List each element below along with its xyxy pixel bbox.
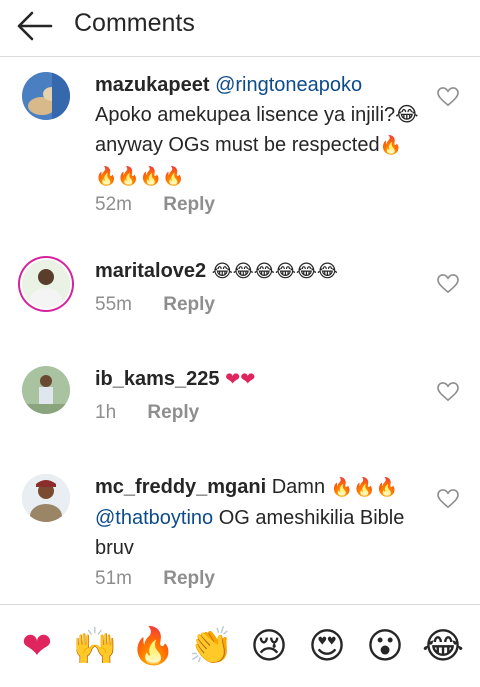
- arrow-left-icon: [17, 11, 53, 41]
- reply-button[interactable]: Reply: [163, 194, 215, 216]
- comment-text: Damn: [271, 476, 326, 498]
- reply-button[interactable]: Reply: [163, 568, 215, 590]
- reaction-fire-icon[interactable]: 🔥: [130, 623, 176, 669]
- comment-emoji: ❤❤: [225, 369, 256, 390]
- heart-icon: [437, 489, 459, 509]
- comment-username[interactable]: ib_kams_225: [95, 368, 220, 390]
- comment-text: Apoko amekupea lisence ya injili?😂anyway…: [95, 104, 419, 156]
- reaction-heart-eyes-icon[interactable]: 😍: [304, 623, 350, 669]
- comment-mention[interactable]: @thatboytino: [95, 507, 213, 529]
- reaction-crying-icon[interactable]: 😢: [246, 623, 292, 669]
- comment-meta: 51m Reply: [95, 568, 215, 590]
- avatar[interactable]: [22, 260, 70, 308]
- reaction-raised-hands-icon[interactable]: 🙌: [72, 623, 118, 669]
- avatar[interactable]: [22, 366, 70, 414]
- comment-time: 1h: [95, 402, 117, 423]
- quick-reaction-bar: ❤ 🙌 🔥 👏 😢 😍 😮 😂: [0, 604, 480, 687]
- like-button[interactable]: [437, 382, 459, 402]
- reply-button[interactable]: Reply: [147, 402, 199, 424]
- back-button[interactable]: [14, 8, 54, 44]
- like-button[interactable]: [437, 87, 459, 107]
- comment-time: 52m: [95, 194, 132, 215]
- comment-emoji: 🔥🔥🔥: [330, 477, 398, 498]
- comment-time: 55m: [95, 294, 132, 315]
- comment-emoji: 😂😂😂😂😂😂: [211, 261, 338, 282]
- heart-icon: [437, 87, 459, 107]
- comment-meta: 1h Reply: [95, 402, 199, 424]
- like-button[interactable]: [437, 489, 459, 509]
- comment-body: mazukapeet @ringtoneapoko Apoko amekupea…: [95, 70, 420, 192]
- comment-mention[interactable]: @ringtoneapoko: [215, 74, 362, 96]
- avatar[interactable]: [22, 474, 70, 522]
- reaction-clap-icon[interactable]: 👏: [188, 623, 234, 669]
- comment-meta: 55m Reply: [95, 294, 215, 316]
- reaction-surprised-icon[interactable]: 😮: [362, 623, 408, 669]
- comment-username[interactable]: maritalove2: [95, 260, 206, 282]
- comment-username[interactable]: mazukapeet: [95, 74, 210, 96]
- comment-body: mc_freddy_mgani Damn 🔥🔥🔥 @thatboytino OG…: [95, 472, 420, 563]
- comment-username[interactable]: mc_freddy_mgani: [95, 476, 266, 498]
- heart-icon: [437, 274, 459, 294]
- comment-meta: 52m Reply: [95, 194, 215, 216]
- comment-time: 51m: [95, 568, 132, 589]
- heart-icon: [437, 382, 459, 402]
- avatar[interactable]: [22, 72, 70, 120]
- comment-body: maritalove2 😂😂😂😂😂😂: [95, 256, 420, 287]
- like-button[interactable]: [437, 274, 459, 294]
- reaction-laughing-icon[interactable]: 😂: [420, 623, 466, 669]
- comment-body: ib_kams_225 ❤❤: [95, 364, 420, 395]
- page-title: Comments: [74, 9, 195, 37]
- reaction-heart-icon[interactable]: ❤: [14, 623, 60, 669]
- reply-button[interactable]: Reply: [163, 294, 215, 316]
- header-bar: Comments: [0, 0, 480, 57]
